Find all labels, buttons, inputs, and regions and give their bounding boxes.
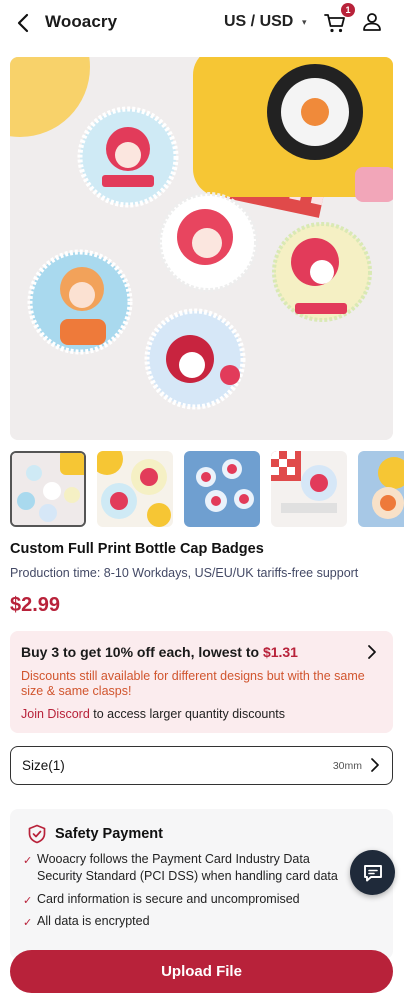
product-main-image[interactable] [10, 57, 393, 440]
bulk-discount-banner[interactable]: Buy 3 to get 10% off each, lowest to $1.… [10, 631, 393, 733]
thumbnail-image [12, 453, 84, 525]
discord-line: Join Discord to access larger quantity d… [21, 707, 285, 721]
chat-icon [363, 864, 382, 881]
join-discord-link[interactable]: Join Discord [21, 707, 90, 721]
thumbnail-image [358, 451, 404, 527]
top-bar: Wooacry US / USD ▾ 1 [0, 0, 404, 46]
product-photo [10, 57, 393, 440]
chevron-down-icon[interactable]: ▾ [302, 17, 307, 28]
safety-item: Card information is secure and uncomprom… [37, 892, 300, 906]
check-icon: ✓ [23, 895, 33, 907]
safety-item: All data is encrypted [37, 914, 150, 928]
thumbnail-5[interactable] [358, 451, 404, 527]
check-icon: ✓ [23, 855, 33, 867]
upload-file-button[interactable]: Upload File [10, 950, 393, 993]
safety-title: Safety Payment [55, 826, 163, 842]
thumbnail-image [184, 451, 260, 527]
thumbnail-4[interactable] [271, 451, 347, 527]
production-time-text: Production time: 8-10 Workdays, US/EU/UK… [10, 566, 359, 580]
brand-title[interactable]: Wooacry [45, 12, 117, 32]
shield-check-icon [28, 824, 46, 844]
thumbnail-2[interactable] [97, 451, 173, 527]
discount-note: Discounts still available for different … [21, 669, 365, 698]
user-icon[interactable] [360, 10, 384, 34]
product-title: Custom Full Print Bottle Cap Badges [10, 541, 264, 557]
region-currency-selector[interactable]: US / USD [224, 13, 293, 31]
thumbnail-1[interactable] [10, 451, 86, 527]
thumbnail-image [97, 451, 173, 527]
thumbnail-3[interactable] [184, 451, 260, 527]
image-thumbnail-strip [10, 451, 404, 529]
cart-count-badge: 1 [341, 3, 355, 17]
chat-support-button[interactable] [350, 850, 395, 895]
thumbnail-image [271, 451, 347, 527]
discount-headline-text: Buy 3 to get 10% off each, lowest to [21, 644, 263, 660]
safety-item: Wooacry follows the Payment Card Industr… [37, 852, 338, 883]
chevron-right-icon [371, 758, 379, 772]
product-price: $2.99 [10, 594, 61, 616]
size-selector[interactable]: Size(1) 30mm [10, 746, 393, 785]
chevron-right-icon[interactable] [363, 643, 381, 661]
lowest-price: $1.31 [262, 644, 298, 660]
size-label: Size(1) [22, 758, 65, 773]
check-icon: ✓ [23, 917, 33, 929]
back-arrow-icon[interactable] [12, 11, 36, 35]
discount-headline: Buy 3 to get 10% off each, lowest to $1.… [21, 644, 298, 660]
size-value: 30mm [332, 760, 362, 772]
safety-payment-section: Safety Payment ✓ Wooacry follows the Pay… [10, 809, 393, 959]
discord-line-text: to access larger quantity discounts [89, 707, 286, 721]
